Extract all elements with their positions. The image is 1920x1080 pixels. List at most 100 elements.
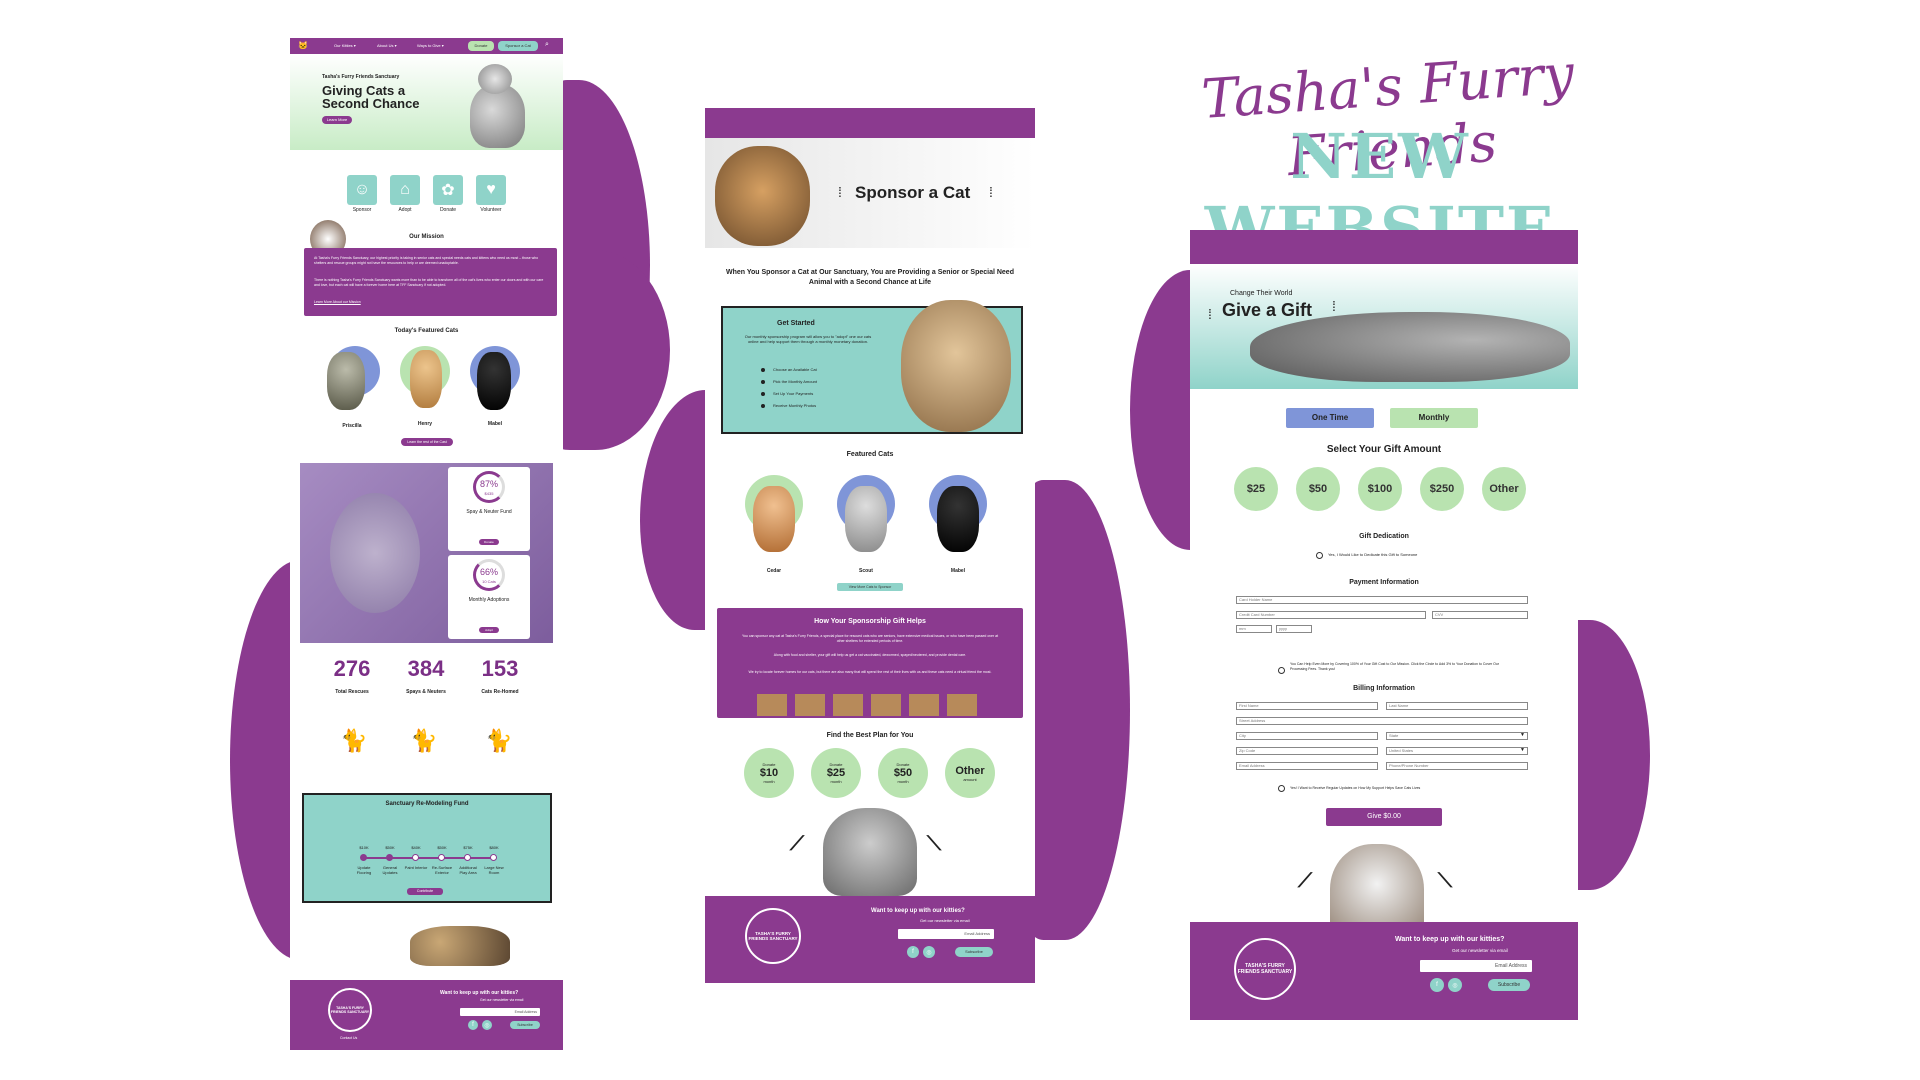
stat-number: 276: [333, 656, 371, 681]
subscribe-button[interactable]: Subscribe: [510, 1021, 540, 1029]
nav-item-our-kitties[interactable]: Our Kitties ▾: [334, 43, 356, 48]
spay-donate-button[interactable]: Donate: [479, 539, 499, 545]
tab-one-time[interactable]: One Time: [1286, 408, 1374, 428]
learn-more-button[interactable]: Learn More: [322, 116, 352, 124]
amount-50[interactable]: $50: [1296, 467, 1340, 511]
get-started-step: Receive Monthly Photos: [773, 403, 817, 408]
instagram-icon[interactable]: ◎: [482, 1020, 492, 1030]
donate-button[interactable]: Donate: [468, 41, 494, 51]
nav-bar: 🐱 Our Kitties ▾ About Us ▾ Ways to Give …: [290, 38, 563, 54]
dedication-title: Gift Dedication: [1359, 533, 1409, 540]
zip-field[interactable]: Zip Code: [1236, 747, 1378, 755]
sponsor-footer: TASHA'S FURRY FRIENDS SANCTUARY Want to …: [705, 896, 1035, 983]
nav-item-about-us[interactable]: About Us ▾: [377, 43, 397, 48]
first-name-field[interactable]: First Name: [1236, 702, 1378, 710]
cat-name-mabel[interactable]: Mabel: [933, 568, 983, 574]
adoption-fund-percent: 66%: [479, 567, 498, 577]
amount-25[interactable]: $25: [1234, 467, 1278, 511]
phone-field[interactable]: Phone/Phone Number: [1386, 762, 1528, 770]
nav-item-ways-to-give[interactable]: Ways to Give ▾: [417, 43, 444, 48]
house-icon[interactable]: ⌂: [390, 175, 420, 205]
last-name-field[interactable]: Last Name: [1386, 702, 1528, 710]
spay-fund-sub: $435: [484, 491, 494, 496]
home-page-mockup: 🐱 Our Kitties ▾ About Us ▾ Ways to Give …: [290, 38, 563, 1050]
updates-checkbox[interactable]: [1278, 785, 1285, 792]
plan-per: month: [830, 779, 842, 784]
home-footer: TASHA'S FURRY FRIENDS SANCTUARY Contact …: [290, 980, 563, 1050]
search-icon[interactable]: ⌕: [545, 41, 549, 49]
amount-100[interactable]: $100: [1358, 467, 1402, 511]
plan-25[interactable]: Donate $25 month: [811, 748, 861, 798]
cat-name-cedar[interactable]: Cedar: [749, 568, 799, 574]
cat-row-image: [757, 694, 983, 716]
email-input[interactable]: Email Address: [1420, 960, 1532, 972]
dedication-label: Yes, I Would Like to Dedicate this Gift …: [1328, 552, 1418, 557]
card-holder-field[interactable]: Card Holder Name: [1236, 596, 1528, 604]
donate-hero-kicker: Change Their World: [1230, 290, 1293, 297]
sponsor-cat-button[interactable]: Sponsor a Cat: [498, 41, 538, 51]
paw-icon[interactable]: ✿: [433, 175, 463, 205]
exp-year-select[interactable]: yyyy: [1276, 625, 1312, 633]
hero-banner: Tasha's Furry Friends Sanctuary Giving C…: [290, 54, 563, 150]
billing-title: Billing Information: [1353, 685, 1415, 692]
plan-amount: $10: [759, 767, 779, 779]
state-select[interactable]: State: [1386, 732, 1528, 740]
email-field[interactable]: Email Address: [1236, 762, 1378, 770]
amount-250[interactable]: $250: [1420, 467, 1464, 511]
view-more-cats-button[interactable]: View More Cats to Sponsor: [837, 583, 903, 591]
email-input[interactable]: Email Address: [460, 1008, 540, 1016]
exp-month-select[interactable]: mm: [1236, 625, 1272, 633]
facebook-icon[interactable]: f: [1430, 978, 1444, 992]
mission-link[interactable]: Learn More About our Mission: [314, 300, 361, 304]
footer-heading: Want to keep up with our kitties?: [871, 908, 965, 914]
cover-fee-label: You Can Help Even More by Covering 100% …: [1290, 662, 1500, 671]
remodel-step-dot: [412, 854, 419, 861]
cat-face-icon[interactable]: ☺: [347, 175, 377, 205]
remodel-amount: $75K: [463, 845, 473, 850]
email-input[interactable]: Email Address: [898, 929, 994, 939]
plan-10[interactable]: Donate $10 month: [744, 748, 794, 798]
rest-of-cast-button[interactable]: Learn the rest of the Cast: [401, 438, 453, 446]
cat-logo-icon[interactable]: 🐱: [298, 41, 308, 50]
dedication-checkbox[interactable]: [1316, 552, 1323, 559]
street-field[interactable]: Street Address: [1236, 717, 1528, 725]
country-select[interactable]: United States: [1386, 747, 1528, 755]
remodel-title: Sanctuary Re-Modeling Fund: [385, 801, 469, 807]
give-button[interactable]: Give $0.00: [1326, 808, 1442, 826]
cat-name-priscilla[interactable]: Priscilla: [327, 423, 377, 429]
subscribe-button[interactable]: Subscribe: [955, 947, 993, 957]
cat-name-mabel[interactable]: Mabel: [470, 421, 520, 427]
adoption-fund-sub: 10 Cats: [482, 579, 496, 584]
amount-other[interactable]: Other: [1482, 467, 1526, 511]
adoption-fund-card: 66% 10 Cats Monthly Adoptions Adopt: [448, 555, 530, 639]
sponsor-hero-title: Sponsor a Cat: [855, 183, 971, 202]
sanctuary-logo-text: TASHA'S FURRY FRIENDS SANCTUARY: [748, 931, 798, 941]
plan-per: month: [763, 779, 775, 784]
sanctuary-logo: TASHA'S FURRY FRIENDS SANCTUARY: [328, 988, 372, 1032]
spay-fund-title: Spay & Neuter Fund: [466, 509, 512, 515]
handshake-icon[interactable]: ♥: [476, 175, 506, 205]
city-field[interactable]: City: [1236, 732, 1378, 740]
instagram-icon[interactable]: ◎: [1448, 978, 1462, 992]
mabel-cat-image: [477, 352, 511, 410]
tab-monthly[interactable]: Monthly: [1390, 408, 1478, 428]
adopt-button[interactable]: Adopt: [479, 627, 499, 633]
subscribe-button[interactable]: Subscribe: [1488, 979, 1530, 991]
cvv-field[interactable]: CVV: [1432, 611, 1528, 619]
facebook-icon[interactable]: f: [907, 946, 919, 958]
plan-50[interactable]: Donate $50 month: [878, 748, 928, 798]
quick-link-volunteer[interactable]: Volunteer: [466, 207, 516, 213]
surprise-lines-icon: ⟋: [790, 833, 804, 855]
donate-footer: TASHA'S FURRY FRIENDS SANCTUARY Want to …: [1190, 922, 1578, 1020]
contribute-button[interactable]: Contribute: [407, 888, 443, 895]
cat-name-henry[interactable]: Henry: [400, 421, 450, 427]
cover-fee-checkbox[interactable]: [1278, 667, 1285, 674]
get-started-title: Get Started: [777, 320, 815, 327]
footer-contact-link[interactable]: Contact Us: [340, 1036, 357, 1040]
facebook-icon[interactable]: f: [468, 1020, 478, 1030]
plan-other[interactable]: Other amount: [945, 748, 995, 798]
cat-name-scout[interactable]: Scout: [841, 568, 891, 574]
instagram-icon[interactable]: ◎: [923, 946, 935, 958]
sparkle-icon: ⁞: [989, 184, 993, 200]
card-number-field[interactable]: Credit Card Number: [1236, 611, 1426, 619]
